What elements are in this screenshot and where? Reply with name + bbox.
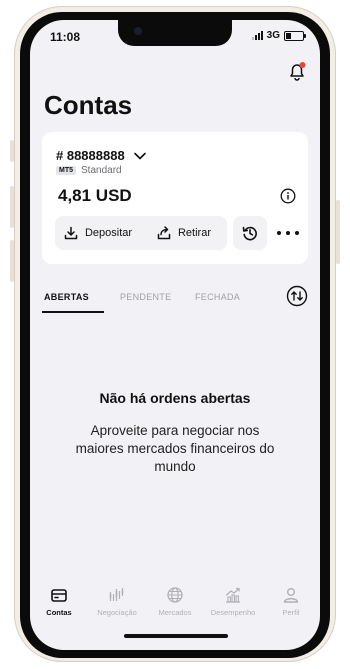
empty-state-description: Aproveite para negociar nos maiores merc… <box>75 423 275 474</box>
volume-up-button <box>10 186 14 228</box>
nav-label: Contas <box>46 608 72 617</box>
history-icon <box>242 226 257 241</box>
nav-mercados[interactable]: Mercados <box>146 578 204 638</box>
home-indicator[interactable] <box>124 634 228 638</box>
notification-dot <box>299 62 306 68</box>
empty-state-title: Não há ordens abertas <box>99 390 251 406</box>
performance-chart-icon <box>225 587 240 603</box>
mute-switch <box>10 140 14 162</box>
signal-icon <box>251 31 263 40</box>
account-card: # 88888888 MT5 Standard 4,81 USD Deposit… <box>42 132 308 264</box>
account-selector[interactable]: # 88888888 <box>56 148 147 163</box>
wallet-icon <box>51 589 67 602</box>
nav-perfil[interactable]: Perfil <box>262 578 320 638</box>
candlestick-icon <box>109 588 124 601</box>
nav-label: Desempenho <box>210 608 256 617</box>
chevron-down-icon <box>133 152 146 159</box>
withdraw-button[interactable]: Retirar <box>141 226 227 240</box>
nav-label: Perfil <box>282 608 300 617</box>
more-options-icon[interactable] <box>277 227 299 239</box>
status-indicators: 3G <box>251 30 306 41</box>
network-label: 3G <box>266 30 280 41</box>
volume-down-button <box>10 240 14 282</box>
tab-pendente[interactable]: PENDENTE <box>120 292 171 302</box>
battery-icon <box>284 30 306 41</box>
account-balance: 4,81 USD <box>58 186 132 205</box>
power-button <box>336 200 340 264</box>
app-screen: 11:08 3G Contas # 88888888 MT5 Standard … <box>30 20 320 650</box>
account-number: # 88888888 <box>56 148 125 163</box>
front-camera <box>134 27 142 35</box>
withdraw-label: Retirar <box>177 227 211 239</box>
account-actions: Depositar Retirar <box>55 216 227 250</box>
deposit-label: Depositar <box>84 227 133 239</box>
download-icon <box>64 226 78 240</box>
tab-abertas[interactable]: ABERTAS <box>44 292 89 302</box>
info-icon[interactable] <box>280 188 296 204</box>
tab-fechada[interactable]: FECHADA <box>195 292 240 302</box>
notch <box>118 20 232 46</box>
bottom-navigation: Contas Negociação Mercados Desempenho Pe… <box>30 578 320 638</box>
active-tab-indicator <box>42 311 104 313</box>
user-icon <box>283 588 299 603</box>
notification-bell-icon[interactable] <box>286 60 308 82</box>
orders-tabs: ABERTAS PENDENTE FECHADA <box>30 282 320 316</box>
nav-contas[interactable]: Contas <box>30 578 88 638</box>
deposit-button[interactable]: Depositar <box>55 226 141 240</box>
account-type: MT5 Standard <box>56 165 122 176</box>
history-button[interactable] <box>233 216 267 250</box>
platform-badge: MT5 <box>56 166 76 175</box>
globe-icon <box>167 587 183 603</box>
sort-icon[interactable] <box>286 285 308 307</box>
nav-desempenho[interactable]: Desempenho <box>204 578 262 638</box>
status-time: 11:08 <box>50 30 81 44</box>
nav-label: Negociação <box>97 608 137 617</box>
nav-label: Mercados <box>158 608 192 617</box>
account-type-label: Standard <box>81 165 122 176</box>
page-title: Contas <box>44 90 133 120</box>
withdraw-icon <box>157 226 171 240</box>
nav-negociacao[interactable]: Negociação <box>88 578 146 638</box>
